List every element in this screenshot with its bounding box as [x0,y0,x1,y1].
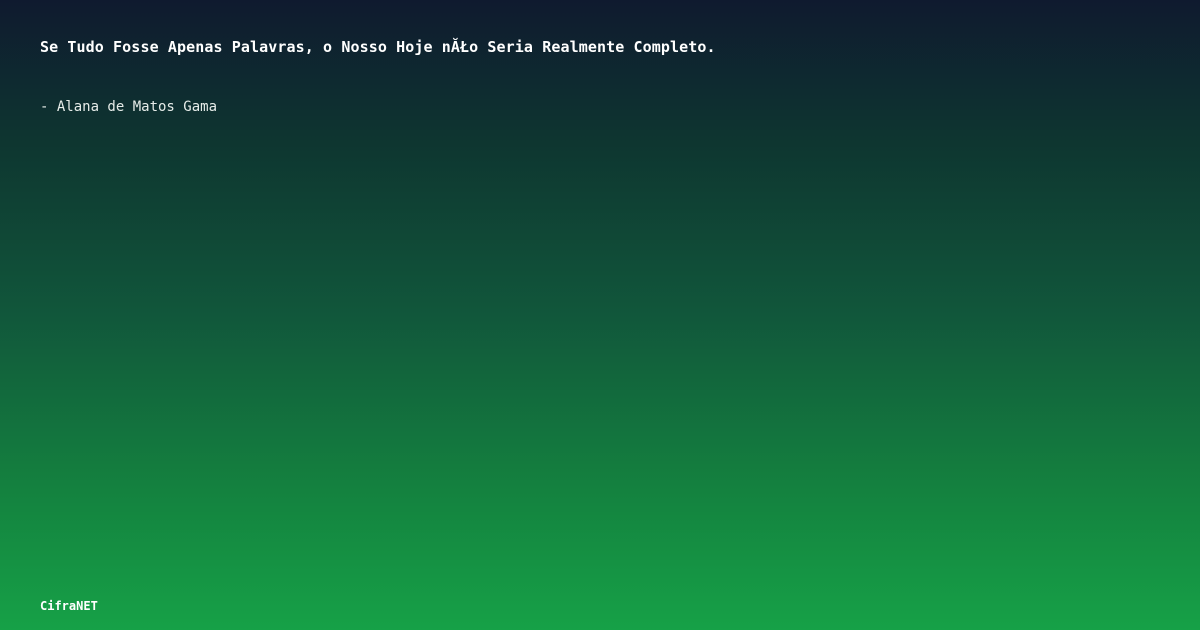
brand-name: CifraNET [40,599,98,613]
quote-text: Se Tudo Fosse Apenas Palavras, o Nosso H… [40,38,716,56]
quote-author: - Alana de Matos Gama [40,99,218,115]
quote-card: Se Tudo Fosse Apenas Palavras, o Nosso H… [0,0,1200,630]
